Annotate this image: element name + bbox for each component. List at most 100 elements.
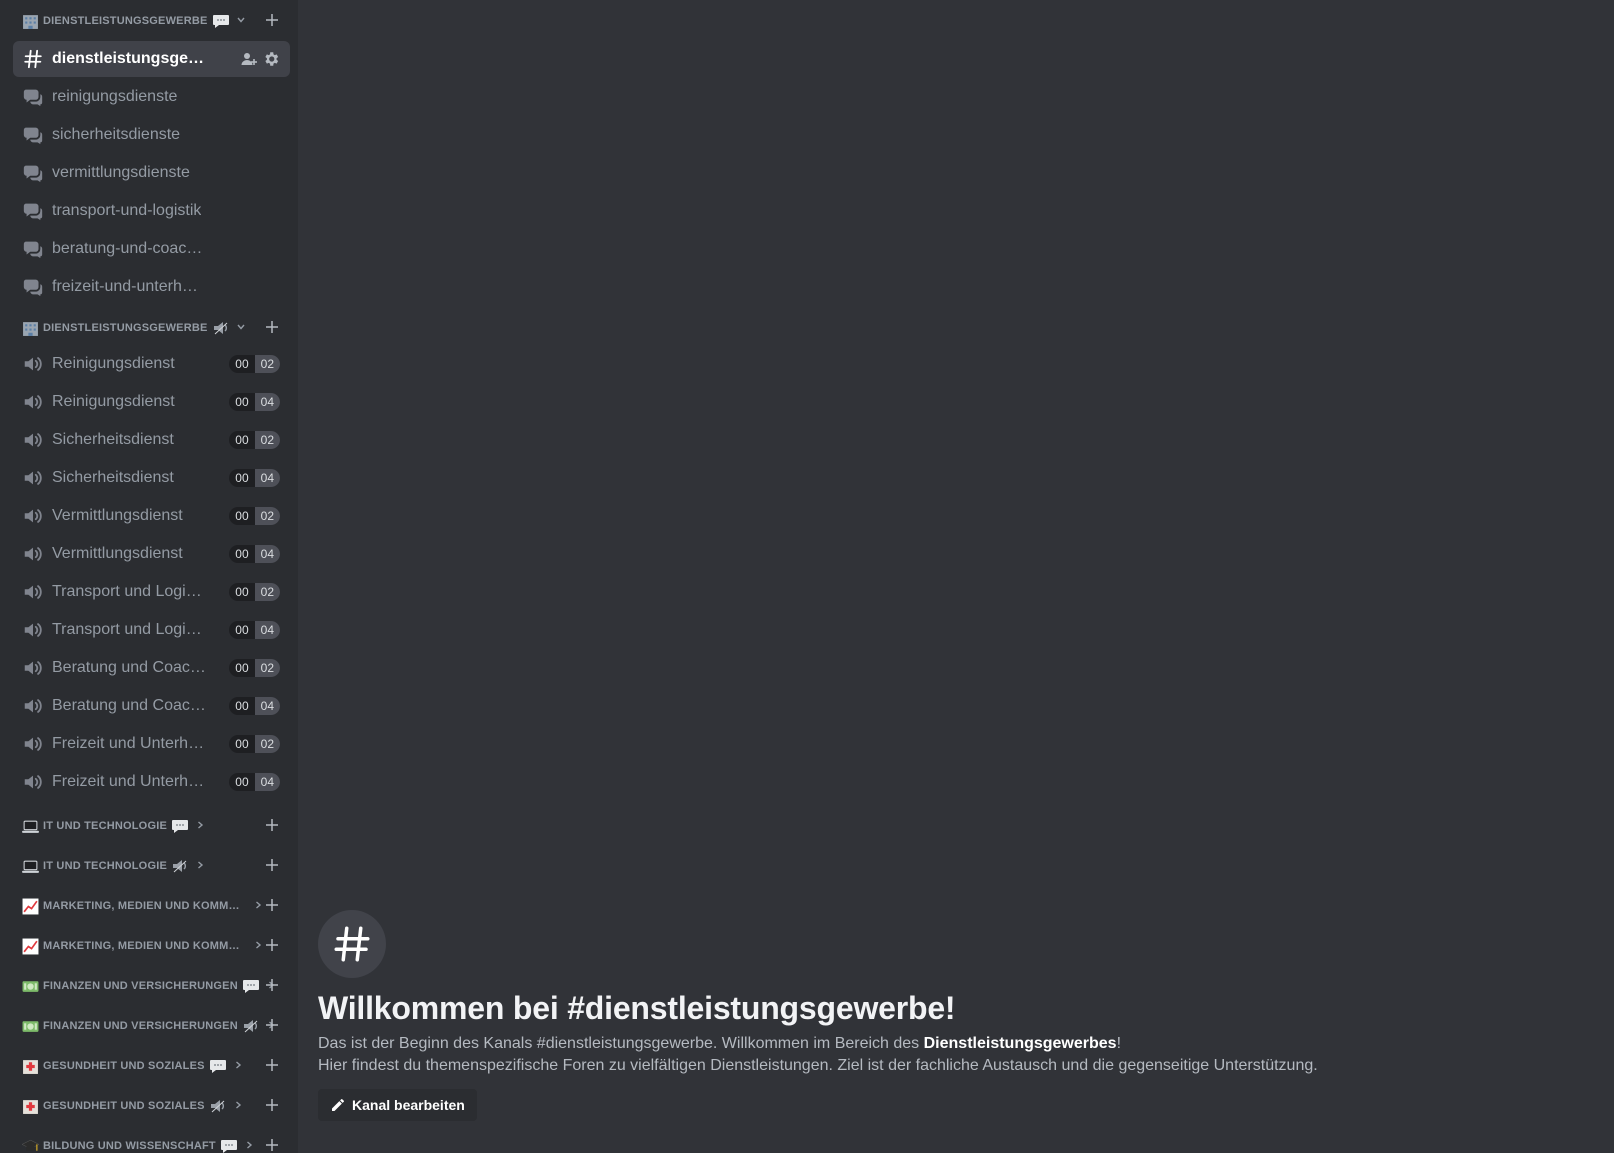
category-header[interactable]: Marketing, Medien und Kommuni...	[0, 926, 298, 966]
speaker-icon	[22, 391, 44, 413]
user-count-pill: 00 02	[229, 355, 280, 373]
user-limit: 02	[254, 355, 280, 373]
speech-bubble-icon	[220, 1138, 238, 1153]
create-channel-plus-icon[interactable]	[262, 1136, 282, 1153]
forum-icon	[22, 86, 44, 108]
hospital-icon	[22, 1098, 39, 1115]
create-channel-plus-icon[interactable]	[262, 1016, 282, 1036]
voice-channel[interactable]: Vermittlungsdienst 00 02	[13, 498, 290, 534]
edit-channel-button[interactable]: Kanal bearbeiten	[318, 1089, 477, 1121]
user-count-pill: 00 04	[229, 545, 280, 563]
create-channel-plus-icon[interactable]	[262, 11, 282, 31]
welcome-description-line2: Hier findest du themenspezifische Foren …	[318, 1057, 1318, 1074]
category-label: Dienstleistungsgewerbe	[43, 322, 208, 334]
create-channel-plus-icon[interactable]	[262, 976, 282, 996]
category-label: IT und Technologie	[43, 860, 167, 872]
chevron-right-icon	[244, 1140, 254, 1153]
category-header[interactable]: Dienstleistungsgewerbe	[0, 310, 298, 346]
dollar-banknote-icon	[22, 978, 39, 995]
current-users: 00	[235, 661, 249, 675]
speech-bubble-icon	[209, 1058, 227, 1074]
user-limit: 04	[254, 545, 280, 563]
category-header[interactable]: Gesundheit und Soziales	[0, 1086, 298, 1126]
chart-increasing-icon	[22, 898, 39, 915]
create-channel-plus-icon[interactable]	[262, 816, 282, 836]
channel-name: vermittlungsdienste	[52, 164, 190, 181]
chevron-down-icon	[236, 15, 246, 28]
chevron-right-icon	[195, 860, 205, 873]
voice-channel[interactable]: Freizeit und Unterha... 00 02	[13, 726, 290, 762]
welcome-description-line1: Das ist der Beginn des Kanals #dienstlei…	[318, 1033, 1614, 1055]
user-limit: 02	[254, 735, 280, 753]
channel-name: beratung-und-coaching	[52, 240, 206, 257]
voice-channel[interactable]: Reinigungsdienst 00 02	[13, 346, 290, 382]
voice-channel[interactable]: Transport und Logis... 00 04	[13, 612, 290, 648]
chevron-right-icon	[195, 820, 205, 833]
channel-vermittlungsdienste[interactable]: vermittlungsdienste	[13, 155, 290, 191]
user-limit-badge: 00 02	[229, 431, 280, 449]
forum-icon	[22, 162, 44, 184]
user-limit: 04	[254, 621, 280, 639]
channel-reinigungsdienste[interactable]: reinigungsdienste	[13, 79, 290, 115]
speech-bubble-icon	[242, 978, 260, 994]
speaker-icon	[22, 467, 44, 489]
channel-dienstleistungsgewerbe[interactable]: dienstleistungsgewerbe	[13, 41, 290, 77]
create-channel-plus-icon[interactable]	[262, 896, 282, 916]
voice-channel[interactable]: Transport und Logis... 00 02	[13, 574, 290, 610]
channel-name: Beratung und Coach...	[52, 697, 206, 714]
speaker-icon	[22, 771, 44, 793]
voice-channel-list: Reinigungsdienst 00 02 Reinigungsdienst 00 04…	[0, 346, 298, 800]
create-channel-plus-icon[interactable]	[262, 856, 282, 876]
channel-name: transport-und-logistik	[52, 202, 202, 219]
loudspeaker-icon	[209, 1098, 227, 1114]
gear-icon[interactable]	[262, 50, 280, 68]
user-limit-badge: 00 02	[229, 507, 280, 525]
create-channel-plus-icon[interactable]	[262, 318, 282, 338]
channel-freizeit-und-unterhaltung[interactable]: freizeit-und-unterhaltung	[13, 269, 290, 305]
speaker-icon	[22, 429, 44, 451]
category-label: Finanzen und Versicherungen	[43, 980, 238, 992]
hash-icon	[22, 48, 44, 70]
channel-sicherheitsdienste[interactable]: sicherheitsdienste	[13, 117, 290, 153]
welcome-line1-prefix: Das ist der Beginn des Kanals #dienstlei…	[318, 1035, 924, 1052]
loudspeaker-icon	[171, 858, 189, 874]
create-channel-plus-icon[interactable]	[262, 936, 282, 956]
voice-channel[interactable]: Beratung und Coach... 00 02	[13, 650, 290, 686]
chevron-right-icon	[233, 1060, 243, 1073]
loudspeaker-icon	[212, 320, 230, 336]
user-count-pill: 00 02	[229, 735, 280, 753]
create-channel-plus-icon[interactable]	[262, 1096, 282, 1116]
voice-channel[interactable]: Sicherheitsdienst 00 02	[13, 422, 290, 458]
speaker-icon	[22, 353, 44, 375]
channel-hash-badge-icon	[318, 910, 386, 978]
office-building-icon	[22, 13, 39, 30]
category-header[interactable]: IT und Technologie	[0, 806, 298, 846]
invite-member-icon[interactable]	[240, 50, 258, 68]
category-header[interactable]: Dienstleistungsgewerbe	[0, 1, 298, 41]
category-header[interactable]: Gesundheit und Soziales	[0, 1046, 298, 1086]
voice-channel[interactable]: Freizeit und Unterha... 00 04	[13, 764, 290, 800]
category-header[interactable]: Marketing, Medien und Kommuni...	[0, 886, 298, 926]
voice-channel[interactable]: Vermittlungsdienst 00 04	[13, 536, 290, 572]
chat-area: Willkommen bei #dienstleistungsgewerbe! …	[298, 0, 1614, 1153]
voice-channel[interactable]: Reinigungsdienst 00 04	[13, 384, 290, 420]
speech-bubble-icon	[212, 13, 230, 29]
welcome-title: Willkommen bei #dienstleistungsgewerbe!	[318, 990, 956, 1026]
welcome-line1-bold: Dienstleistungsgewerbes	[923, 1035, 1117, 1052]
channel-beratung-und-coaching[interactable]: beratung-und-coaching	[13, 231, 290, 267]
user-count-pill: 00 04	[229, 697, 280, 715]
category-header[interactable]: Finanzen und Versicherungen	[0, 1006, 298, 1046]
channel-transport-und-logistik[interactable]: transport-und-logistik	[13, 193, 290, 229]
voice-channel[interactable]: Sicherheitsdienst 00 04	[13, 460, 290, 496]
category-header[interactable]: Finanzen und Versicherungen	[0, 966, 298, 1006]
channel-welcome: Willkommen bei #dienstleistungsgewerbe! …	[318, 910, 1614, 1121]
voice-channel[interactable]: Beratung und Coach... 00 04	[13, 688, 290, 724]
channel-sidebar: Dienstleistungsgewerbe dienstleistungsge…	[0, 0, 298, 1153]
forum-icon	[22, 238, 44, 260]
category-header[interactable]: Bildung und Wissenschaft	[0, 1126, 298, 1153]
create-channel-plus-icon[interactable]	[262, 1056, 282, 1076]
user-limit-badge: 00 04	[229, 621, 280, 639]
current-users: 00	[235, 699, 249, 713]
category-label: IT und Technologie	[43, 820, 167, 832]
category-header[interactable]: IT und Technologie	[0, 846, 298, 886]
